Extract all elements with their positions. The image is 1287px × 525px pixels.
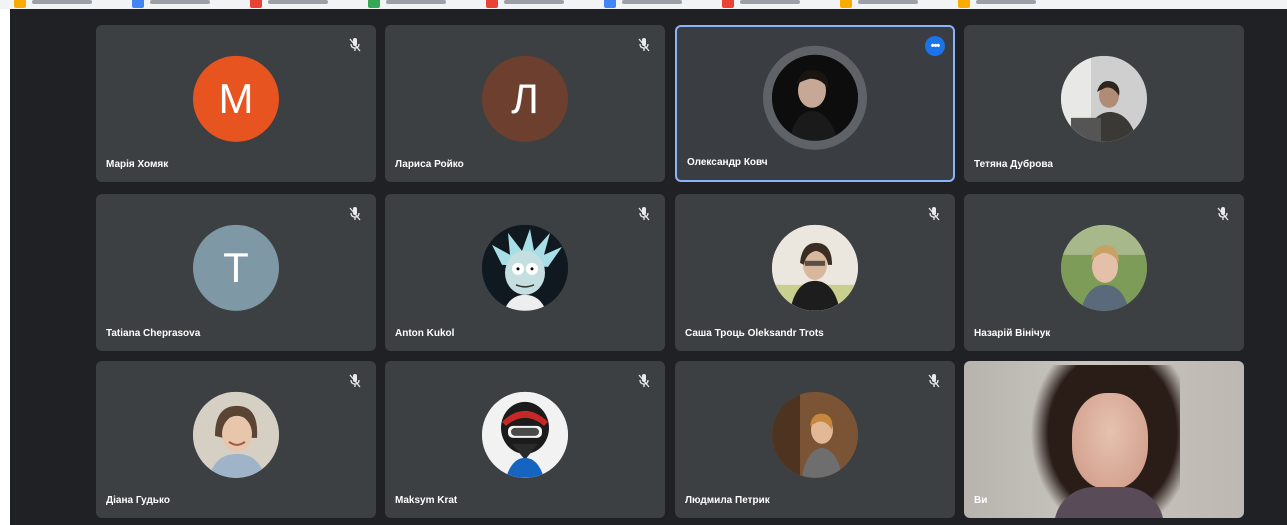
bookmark-item[interactable] <box>840 0 918 8</box>
avatar-photo <box>1061 55 1147 142</box>
mic-off-icon <box>637 206 651 222</box>
participant-tile-active[interactable]: ••• Олександр Ковч <box>675 25 955 182</box>
mic-off-icon <box>927 373 941 389</box>
bookmark-item[interactable] <box>486 0 564 8</box>
avatar: М <box>193 55 279 142</box>
participant-name: Марія Хомяк <box>106 159 169 170</box>
avatar-photo <box>763 45 867 150</box>
avatar: Л <box>482 55 568 142</box>
mic-off-icon <box>348 37 362 53</box>
video-face <box>1072 393 1148 489</box>
mic-off-icon <box>348 206 362 222</box>
participant-tile[interactable]: Саша Троць Oleksandr Trots <box>675 194 955 351</box>
bookmark-item[interactable] <box>132 0 210 8</box>
participant-tile[interactable]: Назарій Вінічук <box>964 194 1244 351</box>
mic-off-icon <box>348 373 362 389</box>
mic-off-icon <box>1216 206 1230 222</box>
participant-name: Людмила Петрик <box>685 495 770 506</box>
self-camera-feed <box>964 361 1244 518</box>
self-video-tile[interactable]: Ви <box>964 361 1244 518</box>
person-photo-icon <box>193 391 279 478</box>
avatar-initial: Л <box>511 74 539 122</box>
cartoon-avatar-icon <box>482 224 568 311</box>
participant-tile[interactable]: Діана Гудько <box>96 361 376 518</box>
avatar-initial: T <box>223 243 249 291</box>
participant-tile[interactable]: Maksym Krat <box>385 361 665 518</box>
participant-tile[interactable]: Anton Kukol <box>385 194 665 351</box>
avatar-photo <box>1061 224 1147 311</box>
bookmark-item[interactable] <box>250 0 328 8</box>
bookmark-item[interactable] <box>958 0 1036 8</box>
participant-name: Назарій Вінічук <box>974 328 1051 339</box>
avatar: T <box>193 224 279 311</box>
participant-name: Саша Троць Oleksandr Trots <box>685 328 824 339</box>
person-photo-icon <box>772 391 858 478</box>
participant-name: Anton Kukol <box>395 328 455 339</box>
avatar-photo <box>772 391 858 478</box>
avatar-photo <box>482 391 568 478</box>
participant-tile[interactable]: Тетяна Дуброва <box>964 25 1244 182</box>
participant-grid: М Марія Хомяк Л Лариса Ройко ••• Олексан… <box>96 25 1244 518</box>
participant-tile[interactable]: Л Лариса Ройко <box>385 25 665 182</box>
bookmarks-bar <box>0 0 1287 9</box>
bookmark-item[interactable] <box>368 0 446 8</box>
self-name-label: Ви <box>974 495 988 506</box>
avatar-initial: М <box>218 74 254 122</box>
helmet-avatar-icon <box>482 391 568 478</box>
participant-name: Лариса Ройко <box>395 159 464 170</box>
participant-name: Tatiana Cheprasova <box>106 328 201 339</box>
participant-tile[interactable]: Людмила Петрик <box>675 361 955 518</box>
person-photo-icon <box>772 224 858 311</box>
window-edge <box>0 9 10 525</box>
mic-off-icon <box>637 37 651 53</box>
participant-name: Тетяна Дуброва <box>974 159 1053 170</box>
avatar-photo <box>193 391 279 478</box>
participant-name: Олександр Ковч <box>687 157 768 168</box>
person-photo-icon <box>1061 224 1147 311</box>
bookmark-item[interactable] <box>14 0 92 8</box>
person-photo-icon <box>772 54 858 141</box>
participant-name: Maksym Krat <box>395 495 458 506</box>
bookmark-item[interactable] <box>604 0 682 8</box>
person-photo-icon <box>1061 55 1147 142</box>
avatar-photo <box>482 224 568 311</box>
participant-name: Діана Гудько <box>106 495 170 506</box>
more-options-icon[interactable]: ••• <box>925 36 945 56</box>
bookmark-item[interactable] <box>722 0 800 8</box>
participant-tile[interactable]: М Марія Хомяк <box>96 25 376 182</box>
mic-off-icon <box>927 206 941 222</box>
participant-tile[interactable]: T Tatiana Cheprasova <box>96 194 376 351</box>
avatar-photo <box>772 224 858 311</box>
mic-off-icon <box>637 373 651 389</box>
